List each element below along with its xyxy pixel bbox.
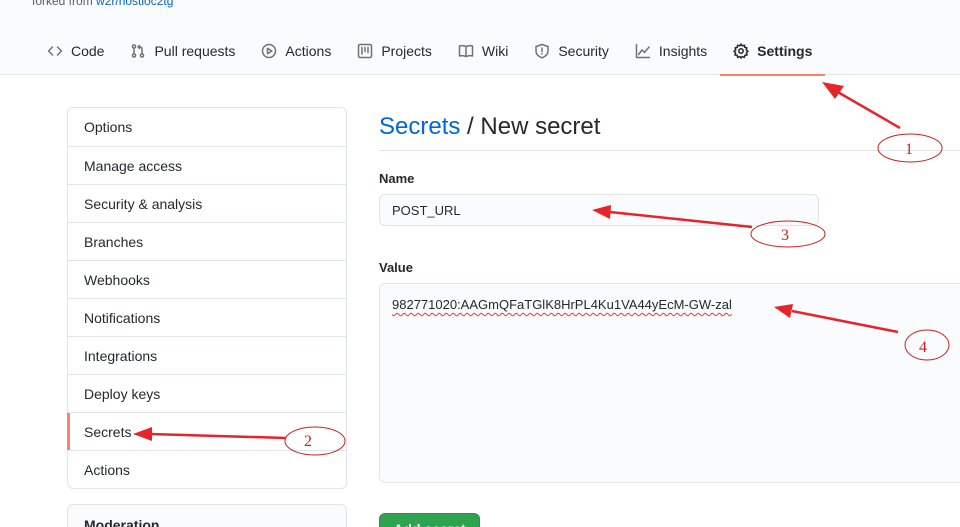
tab-actions[interactable]: Actions <box>248 26 344 75</box>
graph-icon <box>635 43 651 58</box>
sidebar-item-integrations[interactable]: Integrations <box>68 336 346 374</box>
breadcrumb-current: New secret <box>480 113 601 140</box>
tab-pull-requests[interactable]: Pull requests <box>117 26 248 75</box>
secret-value-textarea[interactable]: 982771020:AAGmQFaTGlK8HrPL4Ku1VA44yEcM-G… <box>379 283 960 483</box>
sidebar-item-security-analysis[interactable]: Security & analysis <box>68 184 346 222</box>
play-icon <box>262 43 277 58</box>
sidebar-item-manage-access[interactable]: Manage access <box>68 146 346 184</box>
forked-from-link[interactable]: w2r/hostloc2tg <box>96 0 173 8</box>
sidebar-item-actions[interactable]: Actions <box>68 450 346 488</box>
settings-sidebar: Options Manage access Security & analysi… <box>67 107 347 489</box>
sidebar-moderation-header: Moderation <box>67 504 347 527</box>
new-secret-form: Secrets / New secret Name Value 98277102… <box>379 106 960 527</box>
tab-wiki-label: Wiki <box>481 42 509 59</box>
forked-prefix: forked from <box>32 0 97 8</box>
callout-3-number: 3 <box>781 227 789 244</box>
add-secret-button[interactable]: Add secret <box>379 513 480 527</box>
breadcrumb-separator: / <box>460 113 481 140</box>
book-icon <box>458 44 474 57</box>
repo-tabs: Code Pull requests Actions Projects Wiki… <box>34 26 826 76</box>
tab-wiki[interactable]: Wiki <box>445 26 521 75</box>
tab-insights-label: Insights <box>658 42 708 59</box>
secret-value-text: 982771020:AAGmQFaTGlK8HrPL4Ku1VA44yEcM-G… <box>392 297 732 312</box>
tab-settings[interactable]: Settings <box>720 26 826 76</box>
sidebar-item-notifications[interactable]: Notifications <box>68 298 346 336</box>
tab-projects[interactable]: Projects <box>344 26 445 75</box>
tab-pull-requests-label: Pull requests <box>154 42 236 59</box>
sidebar-item-branches[interactable]: Branches <box>68 222 346 260</box>
secret-name-input[interactable] <box>379 194 819 226</box>
shield-icon <box>535 43 550 59</box>
tab-code[interactable]: Code <box>34 26 117 75</box>
name-label: Name <box>379 171 415 186</box>
code-icon <box>47 45 63 56</box>
page-title: Secrets / New secret <box>379 106 960 151</box>
repo-header: forked from w2r/hostloc2tg Code Pull req… <box>0 0 960 76</box>
breadcrumb-secrets-link[interactable]: Secrets <box>379 113 460 140</box>
tab-insights[interactable]: Insights <box>622 26 720 75</box>
sidebar-item-webhooks[interactable]: Webhooks <box>68 260 346 298</box>
value-label: Value <box>379 260 413 275</box>
tab-code-label: Code <box>71 42 105 59</box>
sidebar-item-options[interactable]: Options <box>68 108 346 146</box>
sidebar-item-secrets[interactable]: Secrets <box>67 412 346 450</box>
forked-from-text: forked from w2r/hostloc2tg <box>32 0 173 8</box>
tab-actions-label: Actions <box>285 42 332 59</box>
gear-icon <box>733 42 749 59</box>
tab-security[interactable]: Security <box>521 26 622 75</box>
pull-request-icon <box>132 43 145 58</box>
sidebar-item-deploy-keys[interactable]: Deploy keys <box>68 374 346 412</box>
tab-settings-label: Settings <box>757 42 813 59</box>
tab-projects-label: Projects <box>381 42 432 59</box>
tab-security-label: Security <box>558 42 609 59</box>
callout-1-arrow-head <box>822 82 844 99</box>
project-icon <box>358 43 373 58</box>
